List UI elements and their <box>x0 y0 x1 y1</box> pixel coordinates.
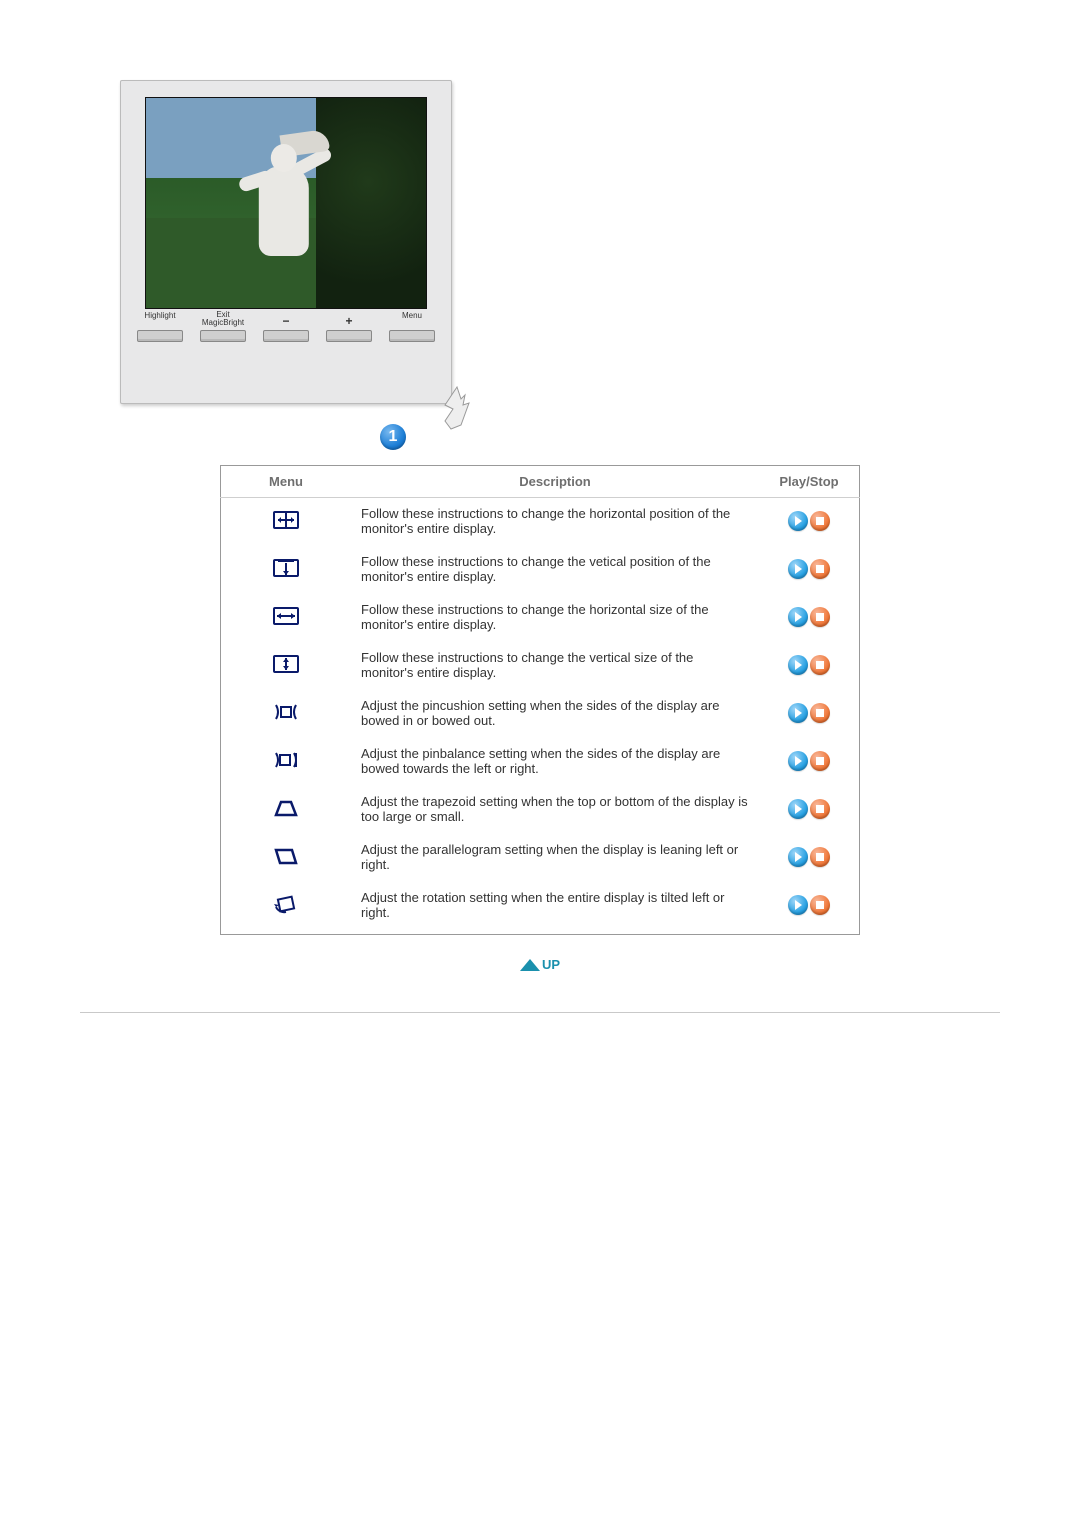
monitor-screen <box>145 97 427 309</box>
pinbalance-icon <box>272 759 300 774</box>
h-size-icon <box>272 615 300 630</box>
monitor-button[interactable]: Menu <box>389 312 435 342</box>
play-button[interactable] <box>788 799 808 819</box>
play-button[interactable] <box>788 895 808 915</box>
col-header-playstop: Play/Stop <box>759 466 860 498</box>
stop-button[interactable] <box>810 559 830 579</box>
v-size-icon <box>272 663 300 678</box>
description-cell: Adjust the trapezoid setting when the to… <box>351 786 759 834</box>
description-cell: Follow these instructions to change the … <box>351 546 759 594</box>
table-row: Adjust the rotation setting when the ent… <box>221 882 860 935</box>
stop-button[interactable] <box>810 847 830 867</box>
description-cell: Adjust the pincushion setting when the s… <box>351 690 759 738</box>
description-cell: Adjust the parallelogram setting when th… <box>351 834 759 882</box>
play-button[interactable] <box>788 511 808 531</box>
monitor-button[interactable]: + <box>326 313 372 342</box>
stop-button[interactable] <box>810 511 830 531</box>
trapezoid-icon <box>272 807 300 822</box>
hand-pointer-icon <box>431 381 479 433</box>
geometry-settings-table: Menu Description Play/Stop Follow these … <box>220 465 860 935</box>
description-cell: Follow these instructions to change the … <box>351 498 759 547</box>
step-number-badge: 1 <box>380 424 406 450</box>
monitor-button[interactable]: Highlight <box>137 312 183 342</box>
col-header-description: Description <box>351 466 759 498</box>
table-row: Adjust the pinbalance setting when the s… <box>221 738 860 786</box>
parallelogram-icon <box>272 855 300 870</box>
stop-button[interactable] <box>810 607 830 627</box>
play-button[interactable] <box>788 655 808 675</box>
col-header-menu: Menu <box>221 466 352 498</box>
monitor-button-row: Highlight Exit MagicBright−+ Menu <box>131 309 441 342</box>
description-cell: Adjust the rotation setting when the ent… <box>351 882 759 935</box>
table-row: Adjust the trapezoid setting when the to… <box>221 786 860 834</box>
table-row: Adjust the parallelogram setting when th… <box>221 834 860 882</box>
statue <box>229 126 339 296</box>
monitor-button[interactable]: − <box>263 313 309 342</box>
play-button[interactable] <box>788 559 808 579</box>
description-cell: Adjust the pinbalance setting when the s… <box>351 738 759 786</box>
page: Highlight Exit MagicBright−+ Menu 1 Menu D… <box>0 0 1080 1528</box>
table-row: Follow these instructions to change the … <box>221 594 860 642</box>
stop-button[interactable] <box>810 751 830 771</box>
stop-button[interactable] <box>810 799 830 819</box>
up-label: UP <box>542 957 560 972</box>
table-row: Follow these instructions to change the … <box>221 642 860 690</box>
rotation-icon <box>272 903 300 918</box>
pincushion-icon <box>272 711 300 726</box>
table-row: Follow these instructions to change the … <box>221 498 860 547</box>
monitor-button[interactable]: Exit MagicBright <box>200 311 246 342</box>
stop-button[interactable] <box>810 703 830 723</box>
table-row: Adjust the pincushion setting when the s… <box>221 690 860 738</box>
section-divider <box>80 1012 1000 1013</box>
back-to-top[interactable]: UP <box>80 957 1000 972</box>
monitor-illustration: Highlight Exit MagicBright−+ Menu 1 <box>80 80 1000 450</box>
v-position-icon <box>272 567 300 582</box>
stop-button[interactable] <box>810 895 830 915</box>
description-cell: Follow these instructions to change the … <box>351 642 759 690</box>
play-button[interactable] <box>788 847 808 867</box>
h-position-icon <box>272 519 300 534</box>
play-button[interactable] <box>788 703 808 723</box>
up-arrow-icon <box>520 959 540 971</box>
table-row: Follow these instructions to change the … <box>221 546 860 594</box>
play-button[interactable] <box>788 607 808 627</box>
play-button[interactable] <box>788 751 808 771</box>
stop-button[interactable] <box>810 655 830 675</box>
monitor-frame: Highlight Exit MagicBright−+ Menu <box>120 80 452 404</box>
description-cell: Follow these instructions to change the … <box>351 594 759 642</box>
